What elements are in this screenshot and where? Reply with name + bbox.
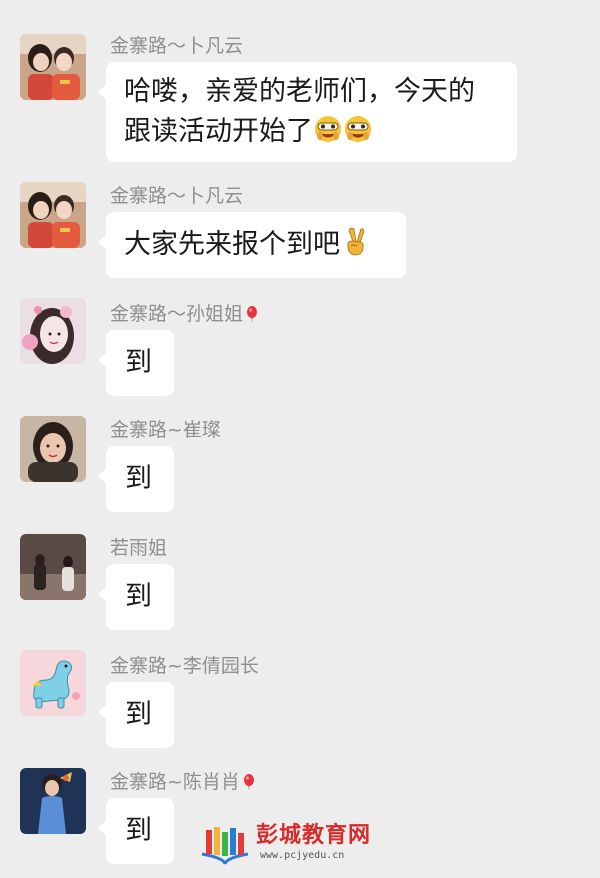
message-text: 到 [125,463,152,494]
avatar[interactable] [20,650,86,716]
balloon-emoji [242,772,256,791]
sender-name: 金寨路～孙姐姐 [110,302,259,326]
message-bubble[interactable]: 到 [98,564,174,630]
message-text: 到 [125,815,152,846]
message-bubble[interactable]: 到 [98,798,174,864]
message-bubble[interactable]: 到 [98,330,174,396]
message-text-line: 哈喽，亲爱的老师们，今天的 [124,76,475,107]
message-bubble[interactable]: 到 [98,682,174,748]
chat-window: 金寨路～卜凡云 哈喽，亲爱的老师们，今天的 跟读活动开始了 金寨路～卜凡云 大家… [0,0,600,878]
balloon-emoji [245,304,259,323]
message-bubble[interactable]: 到 [98,446,174,512]
message-text: 大家先来报个到吧 [124,229,340,260]
message-text: 到 [125,581,152,612]
avatar[interactable] [20,182,86,248]
avatar[interactable] [20,534,86,600]
sender-name-text: 金寨路~陈肖肖 [110,771,240,793]
avatar[interactable] [20,34,86,100]
message-text: 到 [125,347,152,378]
message-text-line: 跟读活动开始了 [124,112,499,152]
watermark-url: www.pcjyedu.cn [260,850,345,861]
victory-hand-emoji [340,227,370,257]
message-bubble[interactable]: 大家先来报个到吧 [98,212,406,278]
sender-name: 若雨姐 [110,537,168,559]
avatar[interactable] [20,768,86,834]
sender-name: 金寨路～卜凡云 [110,185,244,207]
sender-name: 金寨路～卜凡云 [110,35,244,57]
message-text: 到 [125,699,152,730]
laughing-face-emoji [313,114,343,144]
watermark-title: 彭城教育网 [256,823,372,848]
watermark: 彭城教育网 www.pcjyedu.cn [200,822,390,868]
sender-name: 金寨路~崔璨 [110,419,221,441]
avatar[interactable] [20,416,86,482]
laughing-face-emoji [343,114,373,144]
book-logo-icon [200,824,250,866]
avatar[interactable] [20,298,86,364]
message-bubble[interactable]: 哈喽，亲爱的老师们，今天的 跟读活动开始了 [98,62,517,162]
sender-name: 金寨路~陈肖肖 [110,770,256,794]
sender-name: 金寨路~李倩园长 [110,655,259,677]
sender-name-text: 金寨路～孙姐姐 [110,303,244,325]
message-text: 跟读活动开始了 [124,116,313,147]
